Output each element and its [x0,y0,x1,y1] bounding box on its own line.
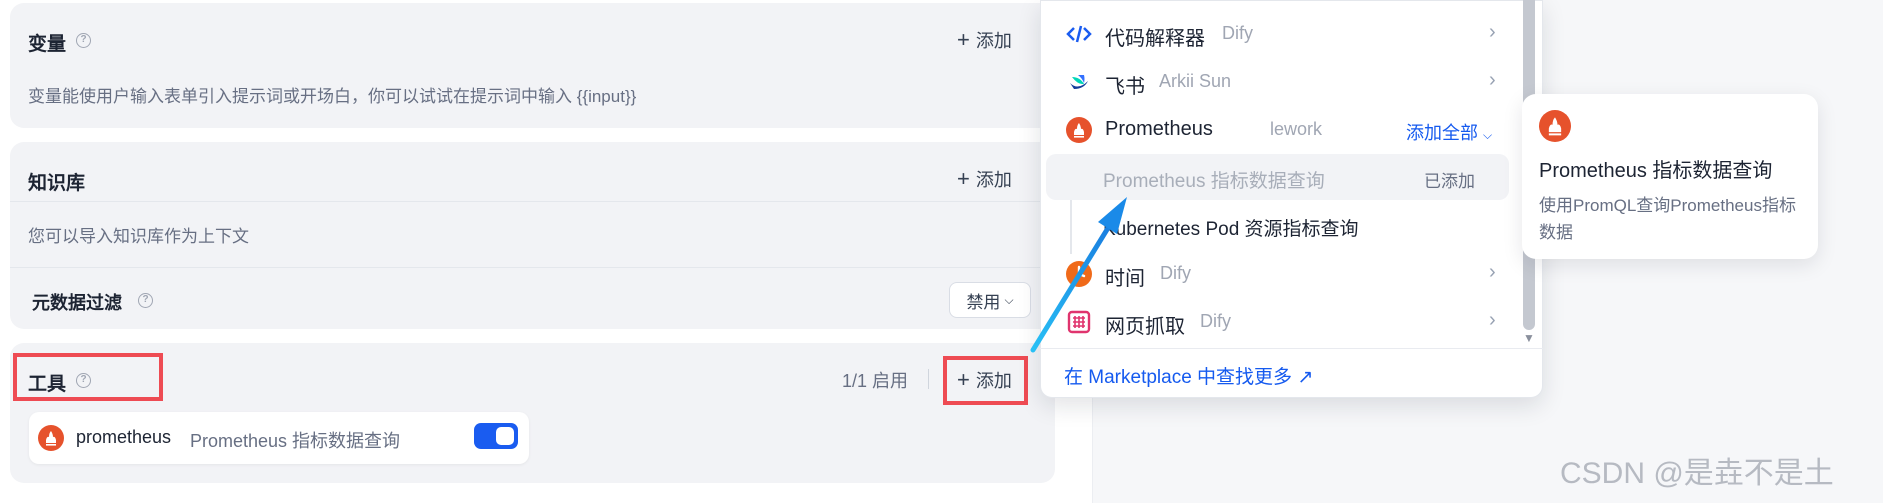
divider [10,201,1055,202]
metadata-filter-label: 元数据过滤 [32,293,122,313]
metadata-filter-select[interactable]: 禁用 ⌵ [949,282,1031,318]
tool-item-name: prometheus [76,427,172,447]
variables-description: 变量能使用户输入表单引入提示词或开场白，你可以试试在提示词中输入 {{input… [28,87,637,106]
chevron-down-icon: ⌵ [1483,128,1493,142]
chevron-right-icon: › [1489,261,1496,283]
metadata-filter-value: 禁用 [966,292,1001,312]
provider-feishu[interactable]: 飞书 Arkii Sun › [1041,58,1511,106]
divider [10,267,1055,268]
provider-name: 网页抓取 [1105,316,1185,338]
provider-time[interactable]: 时间 Dify › [1041,250,1511,298]
tools-enabled-count: 1/1 启用 [842,371,909,391]
code-icon [1066,21,1092,47]
provider-web-scraper[interactable]: 网页抓取 Dify › [1041,298,1511,346]
tool-option-name: Prometheus 指标数据查询 [1103,171,1325,192]
add-all-button[interactable]: 添加全部 ⌵ [1406,119,1492,145]
provider-name: 时间 [1105,268,1145,290]
tooltip-title: Prometheus 指标数据查询 [1539,160,1773,182]
tool-option-status: 已添加 [1424,172,1475,191]
plus-icon: + [957,27,970,52]
tool-option-prometheus-query: Prometheus 指标数据查询 已添加 [1046,154,1509,200]
clock-icon [1066,261,1092,287]
chevron-right-icon: › [1489,69,1496,91]
provider-author: lework [1270,119,1323,139]
provider-author: Dify [1200,311,1231,331]
divider-vertical [928,369,929,389]
provider-author: Arkii Sun [1159,71,1232,91]
web-scraper-icon [1066,309,1092,335]
variables-title: 变量 [28,34,67,55]
tool-item-prometheus[interactable]: prometheus Prometheus 指标数据查询 [29,412,529,464]
add-knowledge-button[interactable]: + 添加 [957,166,1012,192]
help-icon[interactable]: ? [76,33,91,48]
tool-enabled-toggle[interactable] [474,423,518,449]
chevron-right-icon: › [1489,309,1496,331]
chevron-right-icon: › [1489,21,1496,43]
plus-icon: + [957,166,970,191]
highlight-box-add-tool [943,356,1028,405]
add-all-label: 添加全部 [1406,123,1478,143]
chevron-down-icon: ⌵ [1004,292,1014,307]
variables-card: 变量 ? + 添加 变量能使用户输入表单引入提示词或开场白，你可以试试在提示词中… [10,3,1055,128]
marketplace-link[interactable]: 在 Marketplace 中查找更多 ↗ [1064,362,1313,389]
help-icon[interactable]: ? [138,293,153,308]
toggle-knob [496,427,514,445]
prometheus-icon [1066,117,1092,143]
provider-name: Prometheus [1105,118,1213,140]
divider [1040,348,1543,349]
scroll-down-arrow[interactable]: ▼ [1523,332,1535,344]
feishu-icon [1066,69,1092,95]
prometheus-icon [1539,110,1571,147]
provider-name: 代码解释器 [1105,28,1205,50]
tool-item-description: Prometheus 指标数据查询 [190,431,401,451]
provider-name: 飞书 [1105,76,1145,98]
knowledge-title: 知识库 [28,173,86,194]
knowledge-card: 知识库 + 添加 您可以导入知识库作为上下文 元数据过滤 ? [10,142,1055,329]
knowledge-description: 您可以导入知识库作为上下文 [28,227,249,246]
highlight-box-tools-title [13,353,163,401]
provider-code-interpreter[interactable]: 代码解释器 Dify › [1041,10,1511,58]
add-variable-button[interactable]: + 添加 [957,27,1012,53]
prometheus-icon [38,425,64,456]
add-variable-label: 添加 [975,31,1012,51]
tool-option-name: Kubernetes Pod 资源指标查询 [1103,219,1359,240]
tool-option-k8s-pod[interactable]: Kubernetes Pod 资源指标查询 [1046,202,1509,248]
add-knowledge-label: 添加 [975,170,1012,190]
provider-prometheus[interactable]: Prometheus lework 添加全部 ⌵ [1041,106,1511,154]
tool-detail-tooltip: Prometheus 指标数据查询 使用PromQL查询Prometheus指标… [1522,94,1818,259]
watermark: CSDN @是垚不是土 [1560,457,1834,490]
provider-author: Dify [1222,23,1253,43]
provider-author: Dify [1160,263,1191,283]
tooltip-description: 使用PromQL查询Prometheus指标数据 [1539,196,1796,242]
